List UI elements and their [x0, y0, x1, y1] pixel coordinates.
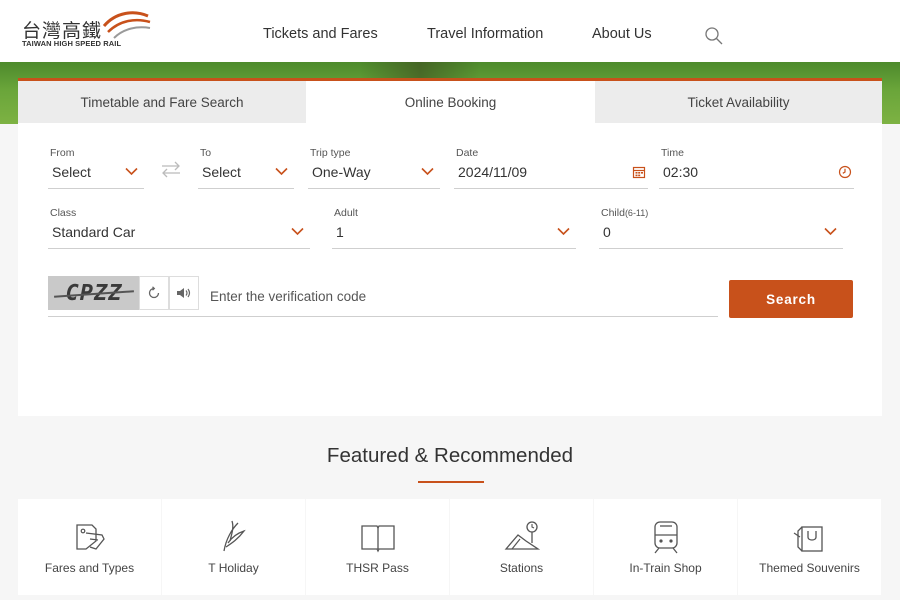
- class-select[interactable]: Class Standard Car: [48, 207, 310, 249]
- refresh-icon: [148, 286, 160, 299]
- train-icon: [654, 521, 678, 554]
- tab-online-booking[interactable]: Online Booking: [306, 81, 595, 123]
- child-count-select[interactable]: Child(6-11) 0: [599, 207, 843, 249]
- featured-title-underline: [418, 481, 484, 483]
- book-icon: [361, 525, 395, 553]
- refresh-captcha-button[interactable]: [139, 276, 169, 310]
- clock-icon[interactable]: [838, 165, 852, 179]
- child-label-text: Child: [601, 207, 625, 219]
- nav-travel-information[interactable]: Travel Information: [427, 26, 543, 42]
- trip-type-select[interactable]: Trip type One-Way: [308, 147, 440, 189]
- logo-swoosh-icon: [102, 11, 151, 39]
- nav-about-us[interactable]: About Us: [592, 26, 652, 42]
- chevron-down-icon: [275, 167, 288, 176]
- logo-english-text: TAIWAN HIGH SPEED RAIL: [22, 39, 122, 48]
- shopping-bag-icon: [793, 526, 823, 552]
- date-field[interactable]: Date 2024/11/09: [454, 147, 648, 189]
- chevron-down-icon: [291, 227, 304, 236]
- child-value: 0: [603, 224, 611, 240]
- chevron-down-icon: [557, 227, 570, 236]
- class-value: Standard Car: [52, 224, 136, 240]
- card-label: Themed Souvenirs: [759, 561, 860, 575]
- captcha-image: CPZZ: [48, 276, 140, 310]
- tab-ticket-availability[interactable]: Ticket Availability: [595, 81, 882, 123]
- featured-card-t-holiday[interactable]: T Holiday: [162, 499, 305, 595]
- card-label: Fares and Types: [44, 561, 135, 575]
- swap-stations-icon[interactable]: [160, 160, 182, 178]
- search-button[interactable]: Search: [729, 280, 853, 318]
- thsr-logo[interactable]: 台灣高鐵 TAIWAN HIGH SPEED RAIL: [22, 8, 152, 54]
- child-age-range: (6-11): [624, 208, 649, 218]
- verification-underline: [48, 316, 718, 317]
- card-label: T Holiday: [208, 561, 259, 575]
- from-value: Select: [52, 164, 91, 180]
- featured-title: Featured & Recommended: [326, 444, 574, 467]
- verification-code-input[interactable]: [206, 284, 706, 308]
- featured-card-fares-and-types[interactable]: Fares and Types: [18, 499, 161, 595]
- card-label: Stations: [499, 561, 544, 575]
- adult-value: 1: [336, 224, 344, 240]
- time-value: 02:30: [663, 164, 699, 180]
- nav-tickets-and-fares[interactable]: Tickets and Fares: [263, 26, 378, 42]
- time-field[interactable]: Time 02:30: [659, 147, 854, 189]
- trip-type-label: Trip type: [310, 147, 351, 159]
- ticket-icon: [76, 524, 105, 550]
- date-label: Date: [456, 147, 479, 159]
- chevron-down-icon: [421, 167, 434, 176]
- to-label: To: [200, 147, 212, 159]
- from-station-select[interactable]: From Select: [48, 147, 144, 189]
- speaker-icon: [177, 288, 191, 298]
- card-label: In-Train Shop: [629, 561, 702, 575]
- time-label: Time: [661, 147, 684, 159]
- adult-count-select[interactable]: Adult 1: [332, 207, 576, 249]
- class-label: Class: [50, 207, 77, 219]
- to-station-select[interactable]: To Select: [198, 147, 294, 189]
- date-value: 2024/11/09: [458, 164, 528, 180]
- trip-type-value: One-Way: [312, 164, 371, 180]
- featured-card-thsr-pass[interactable]: THSR Pass: [306, 499, 449, 595]
- tab-timetable-and-fare-search[interactable]: Timetable and Fare Search: [18, 81, 306, 123]
- from-label: From: [50, 147, 75, 159]
- station-icon: [504, 521, 540, 550]
- audio-captcha-button[interactable]: [169, 276, 199, 310]
- featured-card-stations[interactable]: Stations: [450, 499, 593, 595]
- calendar-icon[interactable]: [632, 165, 646, 179]
- featured-card-themed-souvenirs[interactable]: Themed Souvenirs: [738, 499, 881, 595]
- card-label: THSR Pass: [346, 561, 409, 575]
- leaf-icon: [223, 520, 246, 552]
- site-header: 台灣高鐵 TAIWAN HIGH SPEED RAIL Tickets and …: [0, 0, 900, 62]
- chevron-down-icon: [125, 167, 138, 176]
- search-icon[interactable]: [704, 26, 724, 46]
- adult-label: Adult: [334, 207, 358, 219]
- chevron-down-icon: [824, 227, 837, 236]
- child-label: Child(6-11): [601, 207, 648, 219]
- to-value: Select: [202, 164, 241, 180]
- featured-card-in-train-shop[interactable]: In-Train Shop: [594, 499, 737, 595]
